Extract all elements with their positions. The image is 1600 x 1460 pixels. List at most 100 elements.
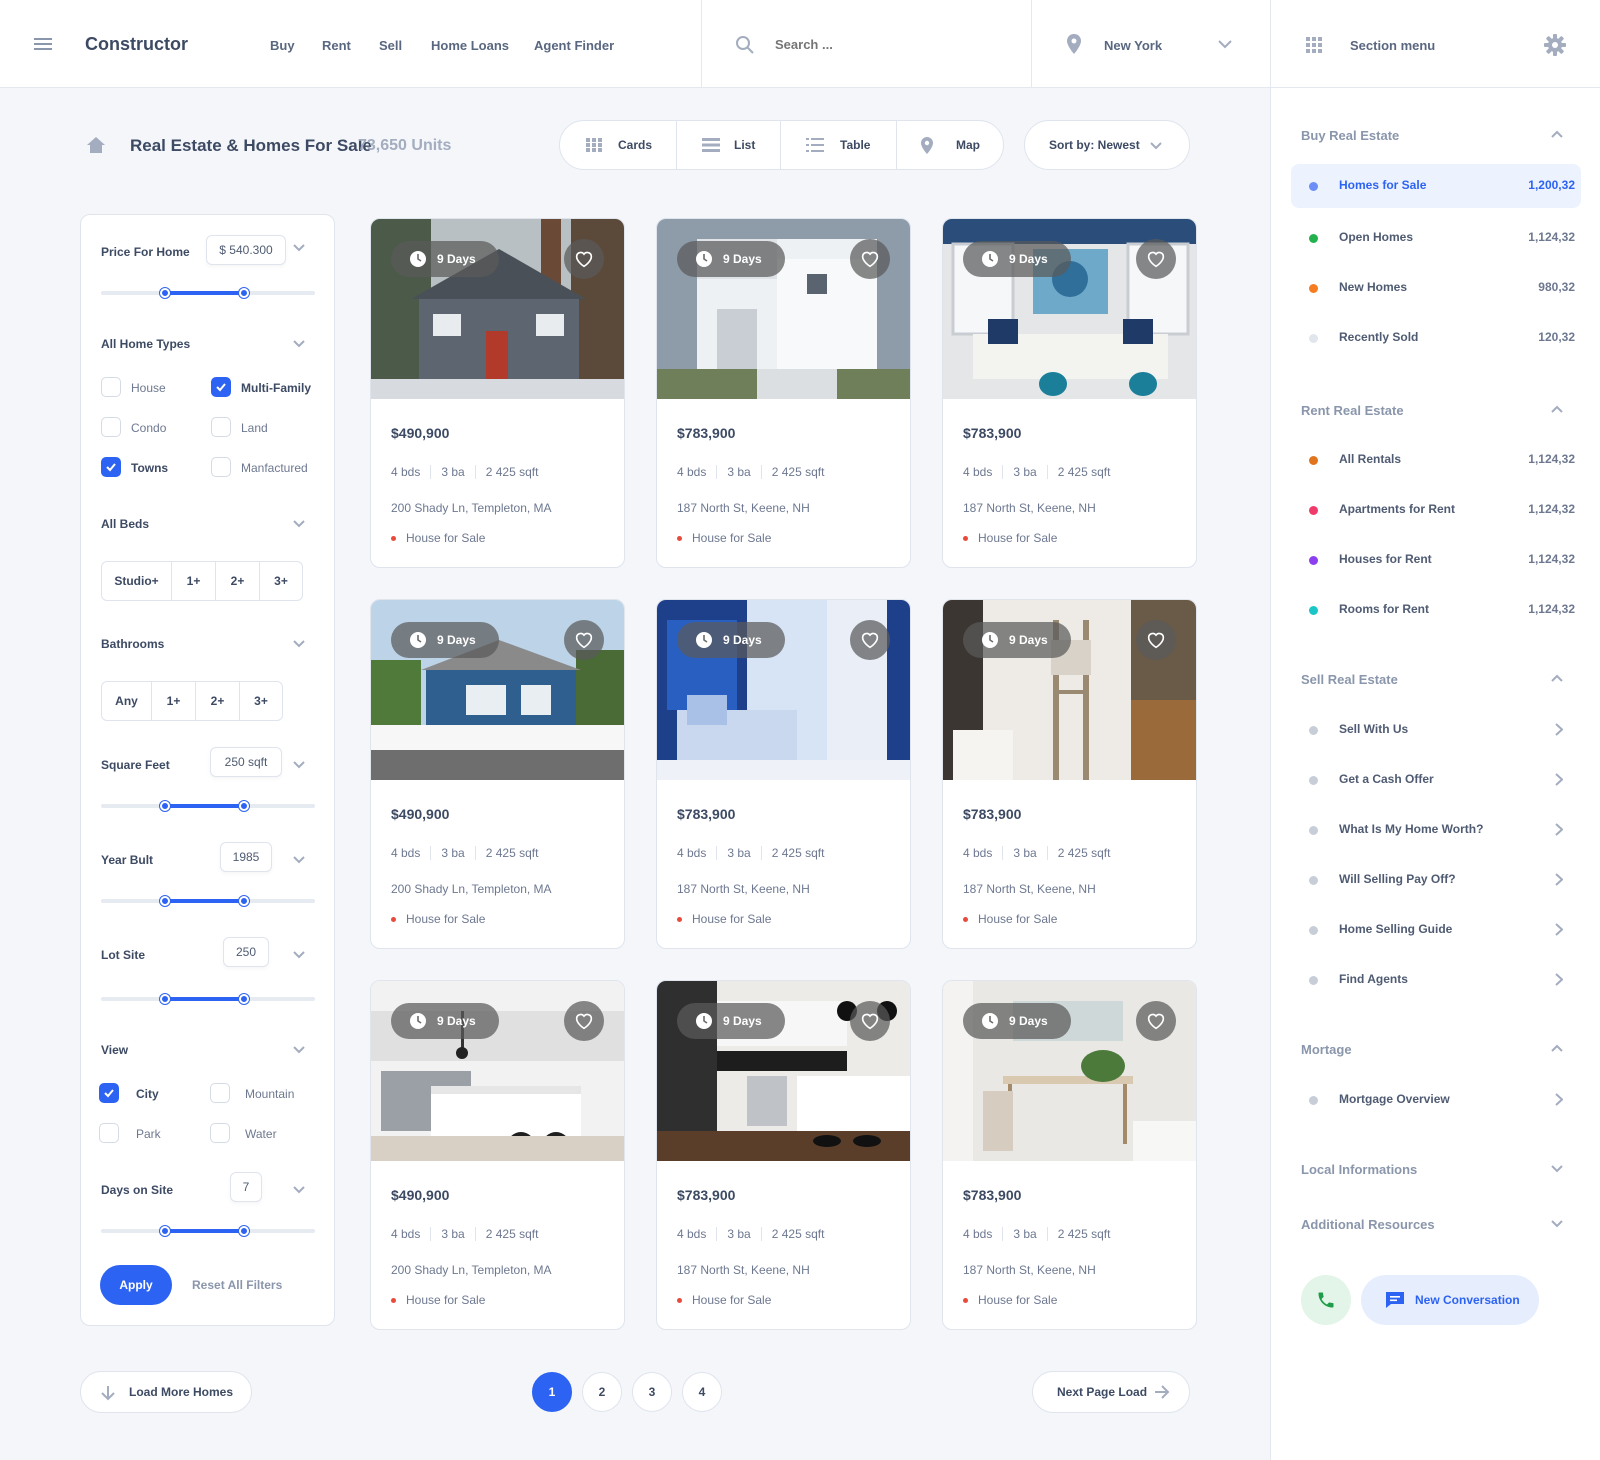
slider-handle-max[interactable] xyxy=(239,1226,250,1236)
nav-buy[interactable]: Buy xyxy=(270,38,295,53)
listing-address[interactable]: 200 Shady Ln, Templeton, MA xyxy=(391,882,552,896)
slider-handle-min[interactable] xyxy=(160,801,171,811)
chevron-down-icon[interactable] xyxy=(293,856,305,864)
days-value[interactable]: 7 xyxy=(230,1172,262,1202)
checkbox-water[interactable] xyxy=(210,1123,230,1143)
listing-address[interactable]: 187 North St, Keene, NH xyxy=(963,882,1096,896)
favorite-button[interactable] xyxy=(1136,1001,1176,1041)
chevron-down-icon[interactable] xyxy=(293,951,305,959)
sidebar-nav-item[interactable]: Recently Sold 120,32 xyxy=(1291,316,1581,360)
sidebar-nav-item[interactable]: What Is My Home Worth? xyxy=(1291,808,1581,852)
sort-dropdown[interactable]: Sort by: Newest xyxy=(1024,120,1190,170)
next-page-button[interactable]: Next Page Load xyxy=(1032,1371,1190,1413)
listing-card[interactable]: 9 Days $783,900 4 bds 3 ba 2 425 sqft 187 Nor… xyxy=(656,218,911,568)
slider-handle-max[interactable] xyxy=(239,896,250,906)
chevron-down-icon[interactable] xyxy=(1551,1165,1563,1173)
beds-option[interactable]: 2+ xyxy=(216,562,260,600)
chevron-down-icon[interactable] xyxy=(293,1046,305,1054)
sidebar-nav-item[interactable]: All Rentals 1,124,32 xyxy=(1291,438,1581,482)
chevron-up-icon[interactable] xyxy=(1551,674,1563,682)
checkbox-manfactured[interactable] xyxy=(211,457,231,477)
chevron-down-icon[interactable] xyxy=(293,520,305,528)
sidebar-nav-item[interactable]: New Homes 980,32 xyxy=(1291,266,1581,310)
checkbox-towns[interactable] xyxy=(101,457,121,477)
slider-handle-max[interactable] xyxy=(239,801,250,811)
chevron-down-icon[interactable] xyxy=(1218,40,1232,49)
page-button[interactable]: 1 xyxy=(532,1372,572,1412)
listing-address[interactable]: 200 Shady Ln, Templeton, MA xyxy=(391,1263,552,1277)
slider-handle-min[interactable] xyxy=(160,896,171,906)
favorite-button[interactable] xyxy=(850,239,890,279)
chevron-up-icon[interactable] xyxy=(1551,1044,1563,1052)
listing-card[interactable]: 9 Days $783,900 4 bds 3 ba 2 425 sqft 187 Nor… xyxy=(942,980,1197,1330)
favorite-button[interactable] xyxy=(850,620,890,660)
new-conversation-button[interactable]: New Conversation xyxy=(1361,1275,1539,1325)
beds-option[interactable]: 1+ xyxy=(172,562,216,600)
view-table-button[interactable]: Table xyxy=(806,121,870,169)
chevron-up-icon[interactable] xyxy=(1551,130,1563,138)
listing-card[interactable]: 9 Days $490,900 4 bds 3 ba 2 425 sqft 200 Sha… xyxy=(370,218,625,568)
lot-value[interactable]: 250 xyxy=(223,937,269,967)
days-range-slider[interactable] xyxy=(101,1226,315,1236)
grid-menu-icon[interactable] xyxy=(1306,37,1322,53)
gear-icon[interactable] xyxy=(1544,34,1566,56)
search-input[interactable] xyxy=(775,30,975,58)
mortgage-section-title[interactable]: Mortage xyxy=(1301,1042,1352,1057)
baths-option[interactable]: 3+ xyxy=(240,682,282,720)
sidebar-nav-item[interactable]: Will Selling Pay Off? xyxy=(1291,858,1581,902)
view-map-button[interactable]: Map xyxy=(920,121,980,169)
slider-handle-max[interactable] xyxy=(239,288,250,298)
baths-option[interactable]: Any xyxy=(102,682,152,720)
listing-address[interactable]: 187 North St, Keene, NH xyxy=(677,501,810,515)
sidebar-nav-item[interactable]: Rooms for Rent 1,124,32 xyxy=(1291,588,1581,632)
load-more-button[interactable]: Load More Homes xyxy=(80,1371,252,1413)
sidebar-nav-item[interactable]: Sell With Us xyxy=(1291,708,1581,752)
checkbox-multi-family[interactable] xyxy=(211,377,231,397)
view-cards-button[interactable]: Cards xyxy=(586,121,652,169)
listing-address[interactable]: 187 North St, Keene, NH xyxy=(963,1263,1096,1277)
sqft-range-slider[interactable] xyxy=(101,801,315,811)
price-range-slider[interactable] xyxy=(101,288,315,298)
local-info-section-title[interactable]: Local Informations xyxy=(1301,1162,1417,1177)
chevron-down-icon[interactable] xyxy=(293,244,305,252)
slider-handle-min[interactable] xyxy=(160,994,171,1004)
additional-resources-section-title[interactable]: Additional Resources xyxy=(1301,1217,1435,1232)
listing-address[interactable]: 200 Shady Ln, Templeton, MA xyxy=(391,501,552,515)
checkbox-house[interactable] xyxy=(101,377,121,397)
location-select-value[interactable]: New York xyxy=(1104,38,1162,53)
sidebar-nav-item[interactable]: Home Selling Guide xyxy=(1291,908,1581,952)
chevron-down-icon[interactable] xyxy=(293,640,305,648)
beds-option[interactable]: 3+ xyxy=(260,562,302,600)
favorite-button[interactable] xyxy=(564,620,604,660)
checkbox-park[interactable] xyxy=(99,1123,119,1143)
favorite-button[interactable] xyxy=(850,1001,890,1041)
hamburger-menu-icon[interactable] xyxy=(34,36,54,52)
sidebar-nav-item[interactable]: Open Homes 1,124,32 xyxy=(1291,216,1581,260)
listing-card[interactable]: 9 Days $490,900 4 bds 3 ba 2 425 sqft 200 Sha… xyxy=(370,599,625,949)
nav-rent[interactable]: Rent xyxy=(322,38,351,53)
favorite-button[interactable] xyxy=(1136,620,1176,660)
nav-agent-finder[interactable]: Agent Finder xyxy=(534,38,614,53)
checkbox-mountain[interactable] xyxy=(210,1083,230,1103)
price-value[interactable]: $ 540.300 xyxy=(206,235,286,265)
favorite-button[interactable] xyxy=(564,1001,604,1041)
listing-address[interactable]: 187 North St, Keene, NH xyxy=(677,1263,810,1277)
checkbox-land[interactable] xyxy=(211,417,231,437)
checkbox-city[interactable] xyxy=(99,1083,119,1103)
home-icon[interactable] xyxy=(86,136,106,154)
listing-card[interactable]: 9 Days $490,900 4 bds 3 ba 2 425 sqft 200 Sha… xyxy=(370,980,625,1330)
slider-handle-max[interactable] xyxy=(239,994,250,1004)
lot-range-slider[interactable] xyxy=(101,994,315,1004)
year-range-slider[interactable] xyxy=(101,896,315,906)
buy-section-title[interactable]: Buy Real Estate xyxy=(1301,128,1399,143)
year-value[interactable]: 1985 xyxy=(220,842,272,872)
slider-handle-min[interactable] xyxy=(160,1226,171,1236)
sidebar-nav-item[interactable]: Mortgage Overview xyxy=(1291,1078,1581,1122)
rent-section-title[interactable]: Rent Real Estate xyxy=(1301,403,1404,418)
sidebar-nav-item[interactable]: Find Agents xyxy=(1291,958,1581,1002)
sidebar-nav-item[interactable]: Apartments for Rent 1,124,32 xyxy=(1291,488,1581,532)
page-button[interactable]: 4 xyxy=(682,1372,722,1412)
listing-card[interactable]: 9 Days $783,900 4 bds 3 ba 2 425 sqft 187 Nor… xyxy=(942,599,1197,949)
nav-sell[interactable]: Sell xyxy=(379,38,402,53)
call-button[interactable] xyxy=(1301,1275,1351,1325)
